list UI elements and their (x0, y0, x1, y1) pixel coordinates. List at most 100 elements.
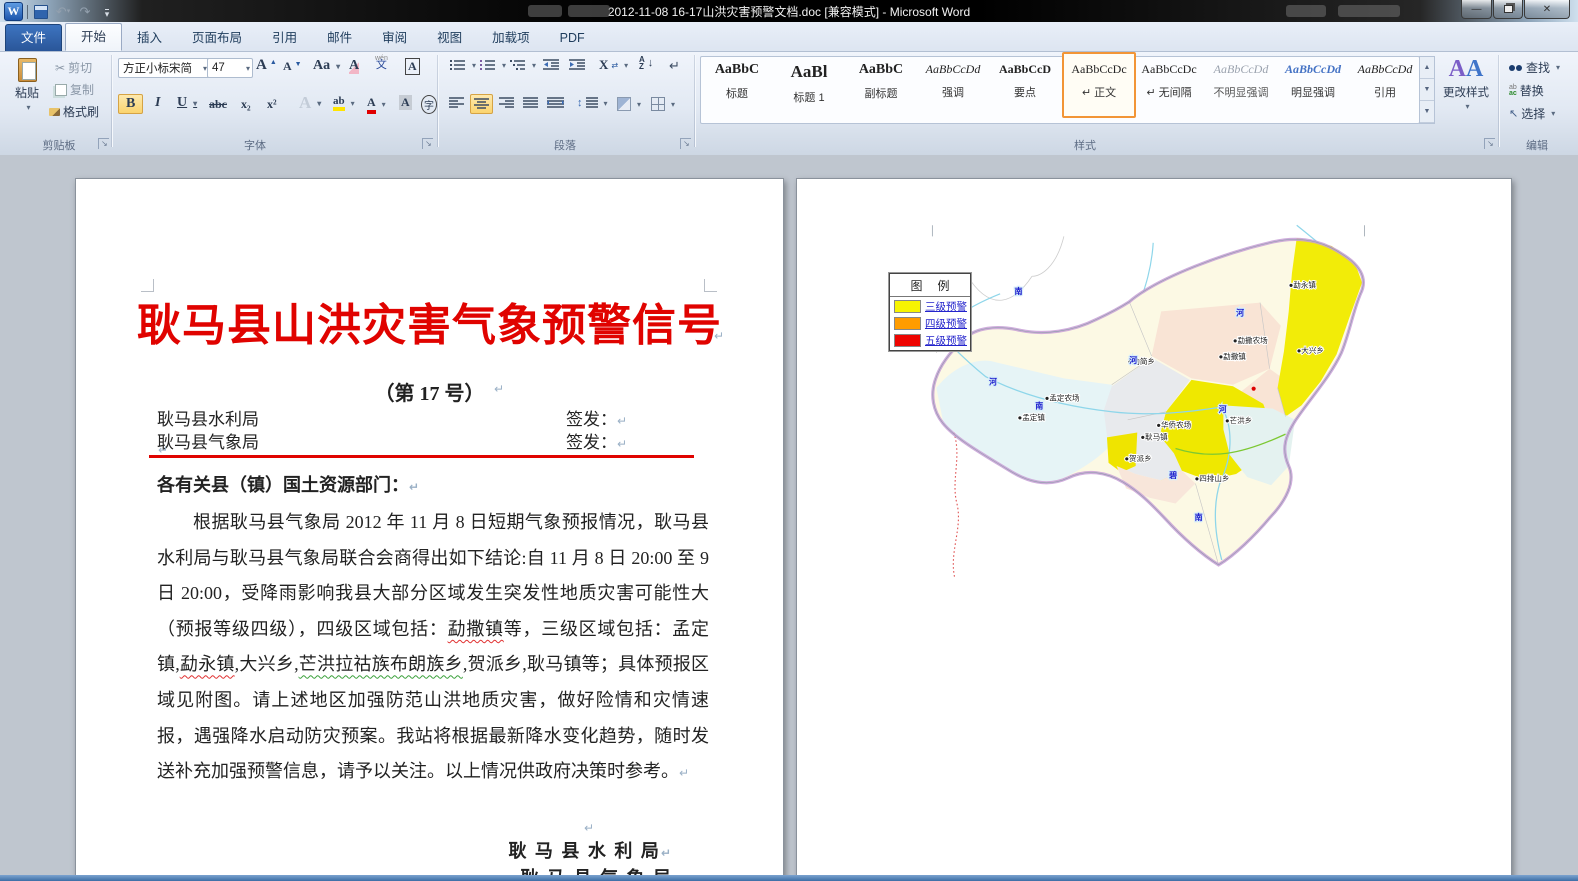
highlight-color-button[interactable]: ab▾ (330, 94, 358, 112)
shading-button[interactable]: ▾ (614, 96, 644, 112)
font-size-combo[interactable]: 47▾ (207, 58, 253, 78)
group-divider (694, 55, 695, 147)
styles-gallery-scrollbar[interactable]: ▲▼▼ (1419, 56, 1435, 124)
align-left-icon (449, 97, 464, 109)
style-item-emphasis[interactable]: AaBbCcDd强调 (918, 54, 988, 114)
character-border-button[interactable]: A (402, 57, 423, 76)
text-effects-button[interactable]: A▾ (296, 92, 324, 114)
style-item-heading1[interactable]: AaBl标题 1 (774, 54, 844, 114)
map-label-river: 南 (1014, 286, 1022, 296)
replace-icon: abac (1509, 85, 1517, 97)
redacted-patch (1286, 5, 1326, 17)
multilevel-list-button[interactable]: ▾ (506, 58, 539, 72)
tab-insert[interactable]: 插入 (122, 25, 177, 51)
styles-scroll-up-icon[interactable]: ▲ (1420, 57, 1434, 79)
map-label-town: ●勐撒农场 (1233, 335, 1268, 345)
tab-file[interactable]: 文件 (5, 24, 62, 51)
shrink-font-button[interactable]: A▼ (280, 58, 305, 75)
borders-icon (651, 97, 665, 111)
font-dialog-launcher[interactable]: ↘ (422, 138, 433, 149)
tab-references[interactable]: 引用 (257, 25, 312, 51)
grow-font-button[interactable]: A▲ (253, 56, 280, 75)
cut-button[interactable]: ✂剪切 (52, 58, 95, 77)
body-paragraph[interactable]: 根据耿马县气象局 2012 年 11 月 8 日短期气象预报情况，耿马县水利局与… (157, 505, 709, 792)
show-hide-marks-button[interactable]: ↵ (666, 57, 683, 75)
clipboard-dialog-launcher[interactable]: ↘ (98, 138, 109, 149)
font-color-button[interactable]: A▾ (364, 94, 389, 115)
style-item-subtitle[interactable]: AaBbC副标题 (846, 54, 916, 114)
clear-formatting-button[interactable]: A (346, 57, 362, 75)
distribute-button[interactable] (544, 96, 567, 110)
paragraph-mark: ↵ (494, 382, 504, 396)
format-painter-button[interactable]: 格式刷 (46, 102, 102, 121)
italic-button[interactable]: I (148, 94, 167, 112)
window-controls: — ✕ (1460, 0, 1570, 19)
chevron-down-icon: ▾ (26, 103, 30, 112)
style-item-title[interactable]: AaBbC标题 (702, 54, 772, 114)
justify-button[interactable] (520, 96, 541, 110)
signoff-label-2: 签发：↵ (566, 428, 627, 453)
character-shading-button[interactable]: A (396, 94, 415, 111)
clipboard-group-label: 剪贴板 (14, 137, 104, 153)
style-item-subtle-emphasis[interactable]: AaBbCcDd不明显强调 (1206, 54, 1276, 114)
decrease-indent-button[interactable] (540, 58, 562, 72)
align-left-button[interactable] (446, 96, 467, 110)
style-item-keypoint[interactable]: AaBbCcD要点 (990, 54, 1060, 114)
tab-home[interactable]: 开始 (65, 23, 122, 51)
subscript-button[interactable]: x₂ (238, 96, 254, 113)
document-page-1[interactable]: 耿马县山洪灾害气象预警信号 ↵ （第 17 号） ↵ 耿马县水利局 签发：↵ 耿… (75, 178, 784, 881)
style-item-quote[interactable]: AaBbCcDd引用 (1350, 54, 1420, 114)
tab-review[interactable]: 审阅 (367, 25, 422, 51)
replace-button[interactable]: abac替换 (1506, 81, 1547, 100)
minimize-button[interactable]: — (1461, 0, 1492, 19)
styles-more-icon[interactable]: ▼ (1420, 101, 1434, 123)
increase-indent-button[interactable] (566, 58, 588, 72)
phonetic-guide-button[interactable]: wén文 (372, 54, 391, 70)
paste-button[interactable]: 粘贴 ▾ (6, 55, 48, 123)
paste-icon (18, 58, 37, 82)
style-item-nospacing[interactable]: AaBbCcDc↵ 无间隔 (1134, 54, 1204, 114)
numbered-list-button[interactable]: ▾ (476, 58, 509, 72)
superscript-button[interactable]: x² (264, 96, 280, 113)
tab-pdf[interactable]: PDF (545, 25, 600, 51)
change-styles-button[interactable]: AA 更改样式 ▾ (1438, 56, 1494, 124)
close-button[interactable]: ✕ (1524, 0, 1570, 19)
sort-button[interactable]: AZ↓ (636, 55, 656, 71)
tab-addins[interactable]: 加载项 (477, 25, 545, 51)
tab-mailings[interactable]: 邮件 (312, 25, 367, 51)
styles-scroll-down-icon[interactable]: ▼ (1420, 79, 1434, 101)
select-button[interactable]: ↖选择▾ (1506, 104, 1558, 123)
multilevel-list-icon (509, 59, 526, 71)
align-right-button[interactable] (496, 96, 517, 110)
align-center-button[interactable] (470, 94, 493, 114)
map-label-town: ●四排山乡 (1195, 473, 1230, 483)
strikethrough-button[interactable]: abc (206, 96, 230, 113)
clear-formatting-icon: A (349, 58, 359, 74)
phonetic-guide-icon: wén文 (375, 55, 388, 69)
find-icon (1509, 65, 1515, 71)
align-center-icon (474, 98, 489, 110)
grammar-green: 芒洪拉祜族布朗族乡 (299, 654, 463, 674)
find-button[interactable]: 查找▾ (1506, 58, 1563, 77)
change-case-button[interactable]: Aa▾ (310, 57, 343, 75)
document-page-2[interactable]: ●勐永镇 ●勐撒农场 ●勐撒镇 ●大兴乡 ●勐简乡 ●孟定农场 ●孟定镇 ●华侨… (796, 178, 1512, 880)
numbered-list-icon (479, 59, 496, 71)
restore-button[interactable] (1493, 0, 1523, 19)
borders-button[interactable]: ▾ (648, 96, 678, 112)
font-name-combo[interactable]: 方正小标宋简▾ (118, 58, 210, 78)
cut-icon: ✂ (55, 61, 65, 75)
bullet-list-button[interactable]: ▾ (446, 58, 479, 72)
bold-button[interactable]: B (118, 94, 143, 114)
underline-button[interactable]: U▾ (174, 94, 200, 112)
signature-agency-1: 耿 马 县 水 利 局↵ (508, 837, 673, 863)
spellcheck-red: 勐永镇 (180, 654, 235, 674)
paragraph-dialog-launcher[interactable]: ↘ (680, 138, 691, 149)
tab-view[interactable]: 视图 (422, 25, 477, 51)
line-spacing-button[interactable]: ↕▾ (574, 96, 611, 110)
asian-layout-button[interactable]: X⇄▾ (596, 56, 631, 74)
copy-button[interactable]: 复制 (52, 80, 97, 99)
style-item-normal[interactable]: AaBbCcDc↵ 正文 (1062, 52, 1136, 118)
tab-page-layout[interactable]: 页面布局 (177, 25, 257, 51)
format-painter-icon (49, 108, 60, 116)
style-item-intense-emphasis[interactable]: AaBbCcDd明显强调 (1278, 54, 1348, 114)
